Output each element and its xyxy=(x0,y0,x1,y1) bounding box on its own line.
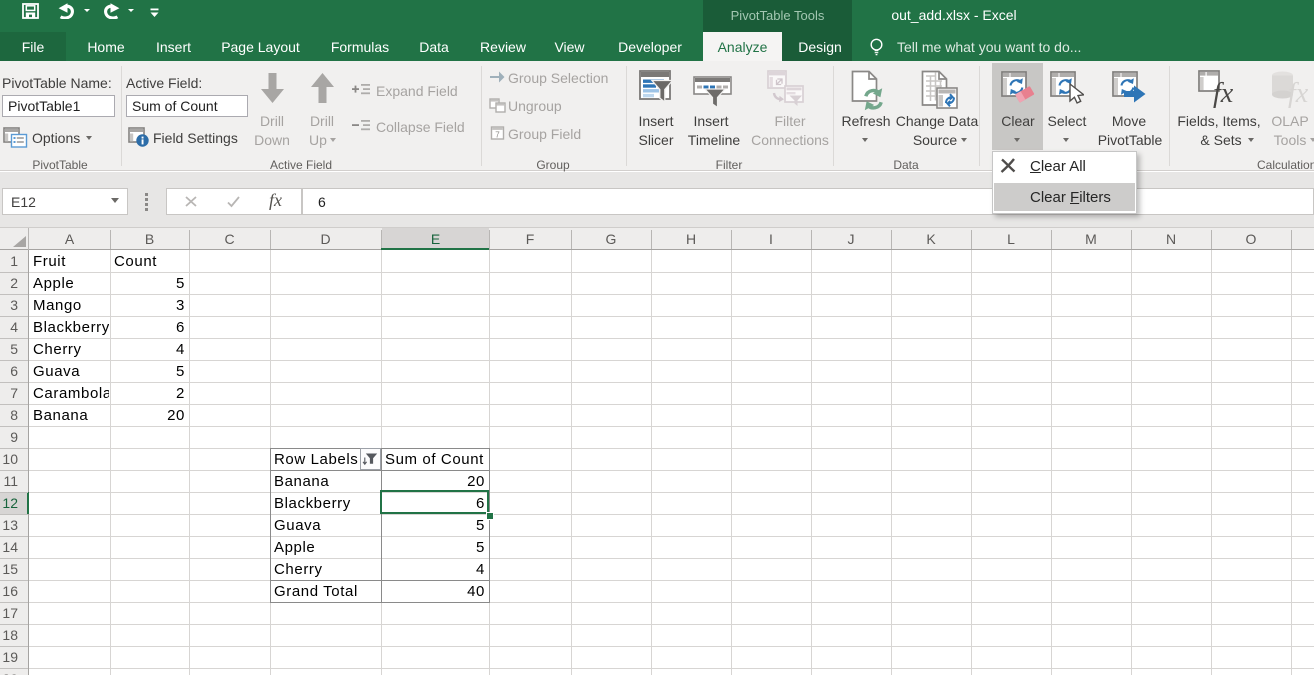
svg-text:7: 7 xyxy=(495,130,500,139)
svg-text:fx: fx xyxy=(1288,78,1309,108)
svg-text:fx: fx xyxy=(1213,78,1234,108)
